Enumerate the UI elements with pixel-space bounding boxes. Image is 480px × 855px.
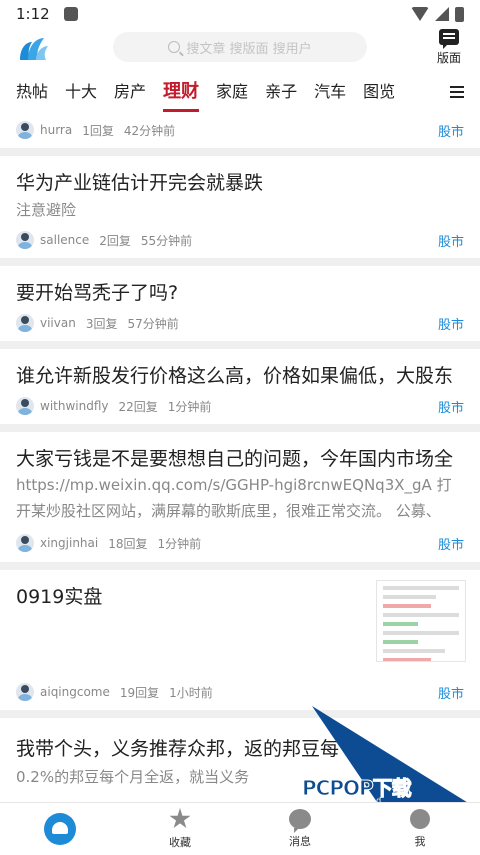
- post-time: 1小时前: [169, 685, 213, 700]
- post-replies: 3回复: [85, 316, 118, 331]
- post-card[interactable]: 要开始骂秃子了吗? viivan 3回复 57分钟前 股市: [0, 266, 480, 341]
- search-input[interactable]: 搜文章 搜版面 搜用户: [113, 32, 367, 62]
- post-tag[interactable]: 股市: [438, 314, 464, 333]
- post-author[interactable]: hurra: [40, 123, 72, 137]
- home-icon: [44, 813, 76, 845]
- post-excerpt: https://mp.weixin.qq.com/s/GGHP-hgi8rcnw…: [16, 476, 452, 520]
- post-replies: 19回复: [119, 685, 160, 700]
- post-author[interactable]: xingjinhai: [40, 536, 98, 550]
- notification-icon: [63, 7, 78, 21]
- post-author[interactable]: sallence: [40, 233, 89, 247]
- post-title: 要开始骂秃子了吗?: [16, 282, 179, 304]
- tab-hot[interactable]: 热帖: [16, 72, 48, 114]
- post-card[interactable]: 谁允许新股发行价格这么高，价格如果偏低，大股东 withwindfly 22回复…: [0, 349, 480, 424]
- app-logo-icon[interactable]: [16, 34, 50, 62]
- nav-messages-label: 消息: [289, 835, 311, 848]
- post-meta: aiqingcome 19回复 1小时前 股市: [16, 682, 464, 702]
- search-placeholder: 搜文章 搜版面 搜用户: [186, 41, 312, 57]
- nav-messages[interactable]: 消息: [240, 803, 360, 855]
- post-meta: viivan 3回复 57分钟前 股市: [16, 313, 464, 333]
- post-title: 大家亏钱是不是要想想自己的问题，今年国内市场全: [16, 448, 454, 470]
- post-time: 55分钟前: [140, 233, 193, 248]
- post-author[interactable]: aiqingcome: [40, 685, 110, 699]
- status-time: 1:12: [16, 5, 50, 23]
- post-excerpt: 注意避险: [16, 201, 77, 219]
- post-title: 我带个头，义务推荐众邦，返的邦豆每: [16, 738, 340, 760]
- tab-top-ten[interactable]: 十大: [65, 72, 97, 114]
- post-author[interactable]: viivan: [40, 316, 76, 330]
- post-time: 1分钟前: [167, 399, 212, 414]
- post-replies: 2回复: [99, 233, 131, 248]
- post-meta: withwindfly 22回复 1分钟前 股市: [16, 396, 464, 416]
- tab-finance[interactable]: 理财: [163, 72, 200, 114]
- avatar: [16, 683, 34, 701]
- message-icon: [289, 809, 311, 833]
- post-replies: 18回复: [108, 536, 148, 551]
- app-header: 搜文章 搜版面 搜用户 版面: [0, 28, 480, 72]
- signal-icon: [435, 7, 449, 21]
- post-card[interactable]: hurra 1回复 42分钟前 股市: [0, 114, 480, 148]
- post-thumbnail[interactable]: [376, 580, 466, 662]
- post-excerpt: 0.2%的邦豆每个月全返，就当义务: [16, 768, 250, 786]
- board-button[interactable]: 版面: [434, 28, 464, 68]
- status-icons: [411, 6, 464, 22]
- post-tag[interactable]: 股市: [438, 121, 464, 140]
- post-title: 华为产业链估计开完会就暴跌: [16, 172, 264, 194]
- status-bar: 1:12: [0, 0, 480, 28]
- post-tag[interactable]: 股市: [438, 231, 464, 250]
- tab-family[interactable]: 家庭: [216, 72, 248, 114]
- post-replies: 22回复: [118, 399, 158, 414]
- battery-icon: [455, 6, 464, 22]
- search-icon: [168, 41, 181, 53]
- avatar: [16, 314, 34, 332]
- post-tag[interactable]: 股市: [438, 683, 464, 702]
- nav-favorites[interactable]: 收藏: [120, 803, 240, 855]
- avatar: [16, 121, 34, 139]
- post-card[interactable]: 大家亏钱是不是要想想自己的问题，今年国内市场全 https://mp.weixi…: [0, 432, 480, 562]
- tab-auto[interactable]: 汽车: [314, 72, 346, 114]
- nav-favorites-label: 收藏: [169, 836, 191, 849]
- profile-icon: [410, 809, 430, 829]
- post-card[interactable]: 0919实盘 aiqingcome 19回复 1小时前 股市: [0, 570, 480, 710]
- tab-house[interactable]: 房产: [114, 72, 146, 114]
- avatar: [16, 231, 34, 249]
- post-tag[interactable]: 股市: [438, 397, 464, 416]
- post-meta: xingjinhai 18回复 1分钟前 股市: [16, 533, 464, 553]
- wifi-icon: [411, 7, 429, 21]
- nav-me[interactable]: 我: [360, 803, 480, 855]
- category-tabs: 热帖 十大 房产 理财 家庭 亲子 汽车 图览: [0, 72, 480, 114]
- post-card[interactable]: 华为产业链估计开完会就暴跌 注意避险 sallence 2回复 55分钟前 股市: [0, 156, 480, 258]
- post-title: 谁允许新股发行价格这么高，价格如果偏低，大股东: [16, 365, 454, 387]
- post-time: 57分钟前: [127, 316, 179, 331]
- post-time: 42分钟前: [123, 123, 176, 138]
- post-feed[interactable]: hurra 1回复 42分钟前 股市 华为产业链估计开完会就暴跌 注意避险 sa…: [0, 114, 480, 802]
- nav-me-label: 我: [414, 835, 426, 848]
- nav-home[interactable]: [0, 803, 120, 855]
- post-meta: sallence 2回复 55分钟前 股市: [16, 230, 464, 250]
- tab-gallery[interactable]: 图览: [363, 72, 395, 114]
- post-replies: 1回复: [82, 123, 114, 138]
- menu-icon[interactable]: [450, 86, 464, 98]
- tab-parenting[interactable]: 亲子: [265, 72, 297, 114]
- post-tag[interactable]: 股市: [438, 534, 464, 553]
- post-author[interactable]: withwindfly: [40, 399, 109, 413]
- post-time: 1分钟前: [157, 536, 202, 551]
- avatar: [16, 397, 34, 415]
- board-label: 版面: [436, 51, 461, 65]
- bottom-nav: 收藏 消息 我: [0, 802, 480, 855]
- board-icon: [439, 29, 459, 49]
- post-meta: hurra 1回复 42分钟前 股市: [16, 120, 464, 140]
- avatar: [16, 534, 34, 552]
- star-icon: [169, 808, 191, 829]
- post-title: 0919实盘: [16, 586, 103, 608]
